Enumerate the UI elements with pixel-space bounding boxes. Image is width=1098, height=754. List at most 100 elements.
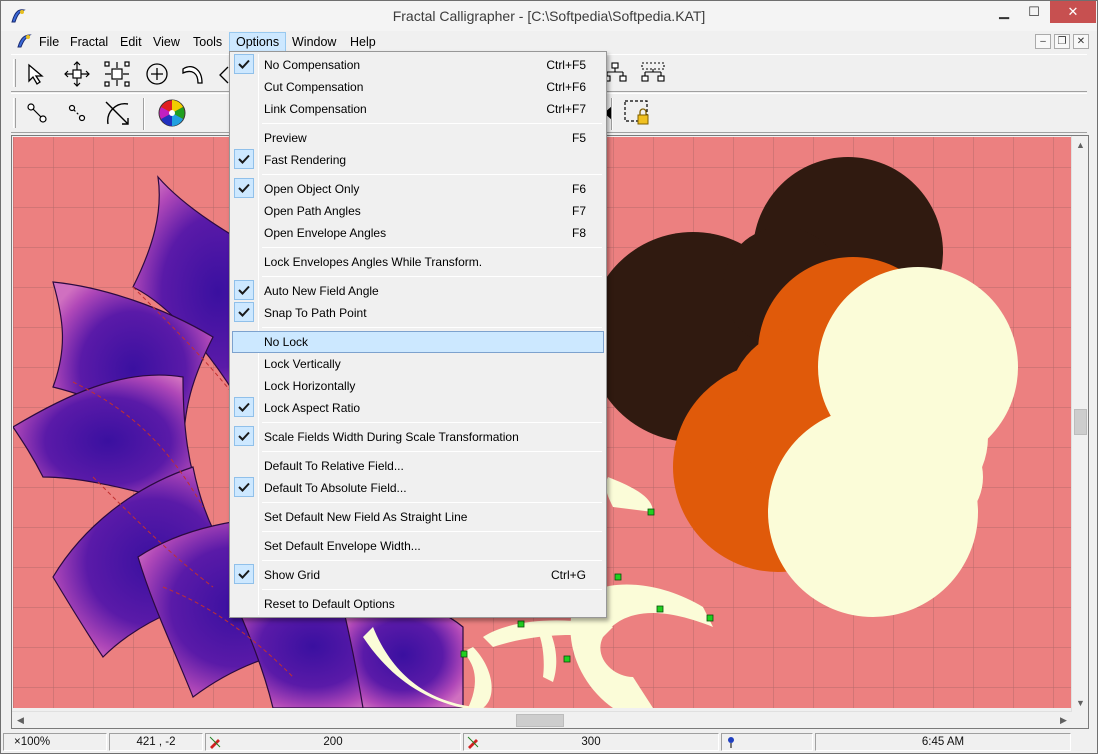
menu-view[interactable]: View	[147, 32, 186, 52]
menu-item-label: Lock Aspect Ratio	[264, 401, 361, 415]
move-icon	[64, 61, 90, 87]
menu-item-show-grid[interactable]: Show Grid Ctrl+G	[232, 564, 604, 586]
menu-item-scale-fields-width[interactable]: Scale Fields Width During Scale Transfor…	[232, 426, 604, 448]
scale-tool[interactable]	[101, 59, 133, 89]
menu-edit[interactable]: Edit	[114, 32, 148, 52]
menu-item-default-envelope-width[interactable]: Set Default Envelope Width...	[232, 535, 604, 557]
menu-item-reset-defaults[interactable]: Reset to Default Options	[232, 593, 604, 615]
close-icon: ✕	[1067, 4, 1079, 19]
menu-item-cut-compensation[interactable]: Cut Compensation Ctrl+F6	[232, 76, 604, 98]
menu-item-label: Preview	[264, 131, 307, 145]
add-point-tool[interactable]	[141, 59, 173, 89]
menu-item-lock-envelopes-angles[interactable]: Lock Envelopes Angles While Transform.	[232, 251, 604, 273]
menu-options[interactable]: Options	[229, 32, 287, 52]
node-small-tool[interactable]	[61, 98, 93, 128]
tree-dashed-tool[interactable]	[637, 59, 669, 89]
horizontal-scroll-thumb[interactable]	[516, 714, 564, 727]
checkmark-icon	[234, 178, 254, 198]
status-bar: ×100% 421 , -2 200 300 6:45 AM	[1, 731, 1097, 753]
menu-separator	[262, 502, 602, 503]
title-bar[interactable]: Fractal Calligrapher - [C:\Softpedia\Sof…	[1, 1, 1097, 31]
checkmark-icon	[234, 302, 254, 322]
minimize-button[interactable]: ▁	[989, 1, 1019, 23]
tree-dashed-icon	[641, 62, 665, 82]
menu-item-no-compensation[interactable]: No Compensation Ctrl+F5	[232, 54, 604, 76]
maximize-button[interactable]: ☐	[1019, 1, 1049, 23]
menu-item-preview[interactable]: Preview F5	[232, 127, 604, 149]
node-tool[interactable]	[21, 98, 53, 128]
menu-item-label: No Compensation	[264, 58, 361, 72]
scroll-down-icon[interactable]: ▼	[1072, 694, 1089, 711]
menu-item-shortcut: F6	[571, 182, 586, 196]
curve-tool[interactable]	[177, 59, 209, 89]
mdi-restore-button[interactable]: ❐	[1054, 34, 1070, 49]
select-arrow-icon	[28, 63, 44, 85]
menu-item-link-compensation[interactable]: Link Compensation Ctrl+F7	[232, 98, 604, 120]
vertical-scroll-thumb[interactable]	[1074, 409, 1087, 435]
status-field2-value: 300	[581, 736, 601, 748]
bow-arrow-tool[interactable]	[101, 98, 133, 128]
status-coords: 421 , -2	[109, 733, 203, 751]
checkmark-icon	[234, 149, 254, 169]
toolbar-grip[interactable]	[13, 59, 16, 87]
mdi-minimize-button[interactable]: –	[1035, 34, 1051, 49]
toolbar-separator	[143, 98, 145, 130]
vertical-scrollbar[interactable]: ▲ ▼	[1071, 136, 1088, 711]
scroll-right-icon[interactable]: ▶	[1055, 712, 1072, 729]
app-window: Fractal Calligrapher - [C:\Softpedia\Sof…	[0, 0, 1098, 754]
status-field1: 200	[205, 733, 461, 751]
close-button[interactable]: ✕	[1050, 1, 1096, 23]
menu-item-label: No Lock	[264, 335, 309, 349]
node-icon	[27, 103, 47, 123]
menu-tools[interactable]: Tools	[187, 32, 228, 52]
menu-separator	[262, 123, 602, 124]
minimize-icon: ▁	[999, 4, 1009, 19]
menu-item-label: Set Default Envelope Width...	[264, 539, 421, 553]
menu-item-shortcut: Ctrl+F6	[546, 80, 586, 94]
menu-file[interactable]: File	[33, 32, 65, 52]
menu-item-label: Lock Horizontally	[264, 379, 356, 393]
menu-item-label: Scale Fields Width During Scale Transfor…	[264, 430, 519, 444]
menu-item-default-absolute-field[interactable]: Default To Absolute Field...	[232, 477, 604, 499]
horizontal-scrollbar[interactable]: ◀ ▶	[12, 711, 1072, 728]
pen-red-icon	[209, 736, 221, 749]
menu-item-label: Lock Envelopes Angles While Transform.	[264, 255, 483, 269]
menu-bar: File Fractal Edit View Tools Options Win…	[1, 31, 1097, 52]
menu-item-shortcut: F8	[571, 226, 586, 240]
shape-icon	[219, 66, 229, 84]
menu-window[interactable]: Window	[286, 32, 342, 52]
menu-item-lock-horizontally[interactable]: Lock Horizontally	[232, 375, 604, 397]
menu-item-label: Snap To Path Point	[264, 306, 367, 320]
toolbar-grip-2[interactable]	[13, 98, 16, 128]
document-icon[interactable]	[15, 33, 33, 49]
menu-item-lock-vertically[interactable]: Lock Vertically	[232, 353, 604, 375]
checkmark-icon	[234, 397, 254, 417]
scroll-up-icon[interactable]: ▲	[1072, 136, 1089, 153]
select-arrow-tool[interactable]	[21, 59, 53, 89]
mdi-close-button[interactable]: ✕	[1073, 34, 1089, 49]
menu-item-lock-aspect-ratio[interactable]: Lock Aspect Ratio	[232, 397, 604, 419]
menu-item-snap-to-path-point[interactable]: Snap To Path Point	[232, 302, 604, 324]
menu-separator	[262, 327, 602, 328]
scale-icon	[104, 61, 130, 87]
menu-help[interactable]: Help	[344, 32, 382, 52]
color-wheel-tool[interactable]	[156, 98, 188, 128]
menu-item-open-path-angles[interactable]: Open Path Angles F7	[232, 200, 604, 222]
menu-item-auto-new-field-angle[interactable]: Auto New Field Angle	[232, 280, 604, 302]
menu-item-open-object-only[interactable]: Open Object Only F6	[232, 178, 604, 200]
scroll-left-icon[interactable]: ◀	[12, 712, 29, 729]
lock-selection-tool[interactable]	[621, 98, 653, 128]
menu-item-shortcut: Ctrl+G	[550, 568, 586, 582]
menu-fractal[interactable]: Fractal	[64, 32, 114, 52]
menu-item-label: Cut Compensation	[264, 80, 364, 94]
menu-item-default-straight-line[interactable]: Set Default New Field As Straight Line	[232, 506, 604, 528]
move-tool[interactable]	[61, 59, 93, 89]
menu-item-default-relative-field[interactable]: Default To Relative Field...	[232, 455, 604, 477]
menu-item-no-lock[interactable]: No Lock	[232, 331, 604, 353]
menu-item-fast-rendering[interactable]: Fast Rendering	[232, 149, 604, 171]
menu-item-open-envelope-angles[interactable]: Open Envelope Angles F8	[232, 222, 604, 244]
menu-separator	[262, 451, 602, 452]
menu-item-label: Default To Relative Field...	[264, 459, 404, 473]
menu-item-shortcut: F7	[571, 204, 586, 218]
menu-item-label: Reset to Default Options	[264, 597, 395, 611]
